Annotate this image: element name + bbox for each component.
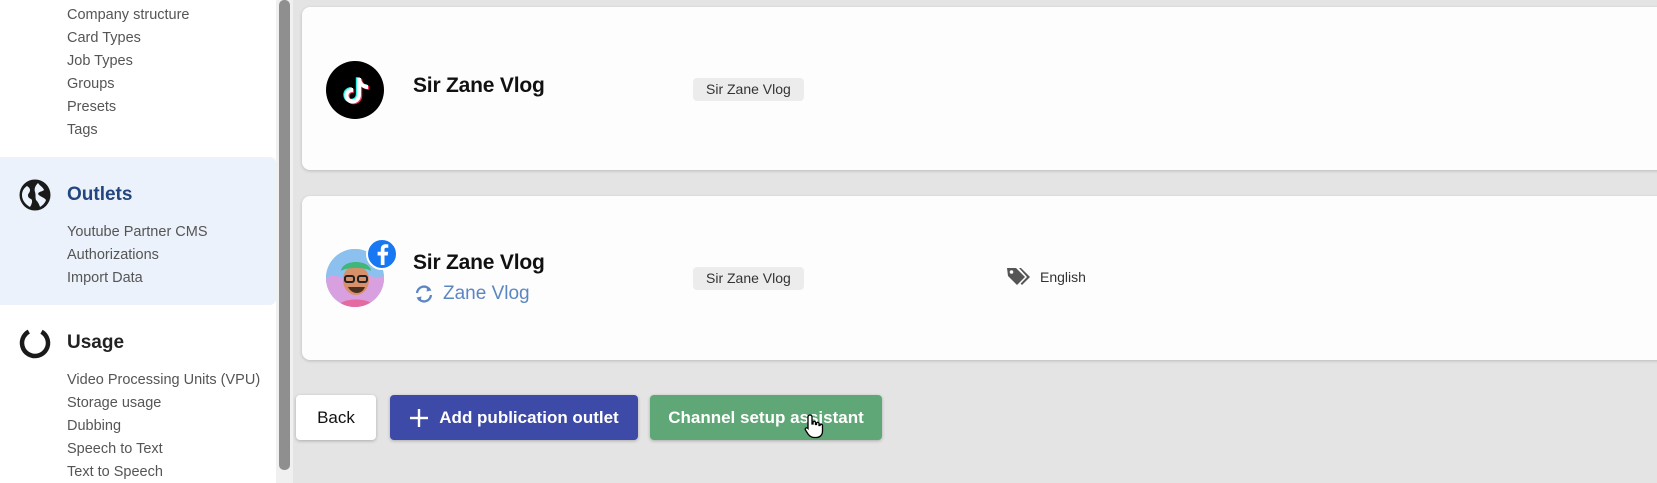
usage-ring-icon bbox=[19, 327, 51, 359]
facebook-icon bbox=[366, 238, 398, 270]
sidebar-item-groups[interactable]: Groups bbox=[67, 76, 115, 92]
sidebar-item-text-to-speech[interactable]: Text to Speech bbox=[67, 464, 163, 480]
hand-cursor-icon bbox=[804, 414, 824, 439]
outlet-card-facebook[interactable] bbox=[302, 196, 1657, 360]
sidebar-item-youtube-partner-cms[interactable]: Youtube Partner CMS bbox=[67, 224, 208, 240]
sidebar-scrollbar[interactable] bbox=[279, 0, 290, 470]
outlet-language: English bbox=[1006, 266, 1086, 288]
sidebar-heading-outlets[interactable]: Outlets bbox=[67, 184, 132, 206]
back-button[interactable]: Back bbox=[296, 395, 376, 440]
back-button-label: Back bbox=[317, 407, 355, 427]
outlet-tag-chip: Sir Zane Vlog bbox=[693, 78, 804, 101]
sidebar-item-company-structure[interactable]: Company structure bbox=[67, 7, 190, 23]
sidebar-item-vpu[interactable]: Video Processing Units (VPU) bbox=[67, 372, 260, 388]
sidebar-item-speech-to-text[interactable]: Speech to Text bbox=[67, 441, 163, 457]
sidebar-item-dubbing[interactable]: Dubbing bbox=[67, 418, 121, 434]
sync-icon bbox=[415, 285, 433, 303]
outlet-sync-label: Zane Vlog bbox=[443, 283, 530, 304]
sidebar-item-card-types[interactable]: Card Types bbox=[67, 30, 141, 46]
outlet-tag-chip: Sir Zane Vlog bbox=[693, 267, 804, 290]
sidebar: Company structure Card Types Job Types G… bbox=[0, 0, 276, 483]
sidebar-item-job-types[interactable]: Job Types bbox=[67, 53, 133, 69]
sidebar-item-import-data[interactable]: Import Data bbox=[67, 270, 143, 286]
outlet-sync-link[interactable]: Zane Vlog bbox=[413, 283, 530, 305]
add-publication-outlet-label: Add publication outlet bbox=[439, 407, 619, 427]
channel-setup-assistant-label: Channel setup assistant bbox=[668, 407, 864, 427]
sidebar-item-presets[interactable]: Presets bbox=[67, 99, 116, 115]
outlet-name: Sir Zane Vlog bbox=[413, 74, 545, 97]
tiktok-icon bbox=[326, 61, 384, 119]
globe-icon bbox=[19, 179, 51, 211]
sidebar-item-storage-usage[interactable]: Storage usage bbox=[67, 395, 161, 411]
plus-icon bbox=[410, 408, 429, 427]
sidebar-item-authorizations[interactable]: Authorizations bbox=[67, 247, 159, 263]
outlet-name: Sir Zane Vlog bbox=[413, 251, 545, 274]
sidebar-item-tags[interactable]: Tags bbox=[67, 122, 98, 138]
channel-setup-assistant-button[interactable]: Channel setup assistant bbox=[650, 395, 882, 440]
language-label: English bbox=[1040, 269, 1086, 285]
sidebar-heading-usage[interactable]: Usage bbox=[67, 332, 124, 354]
add-publication-outlet-button[interactable]: Add publication outlet bbox=[390, 395, 638, 440]
tags-icon bbox=[1007, 268, 1030, 285]
